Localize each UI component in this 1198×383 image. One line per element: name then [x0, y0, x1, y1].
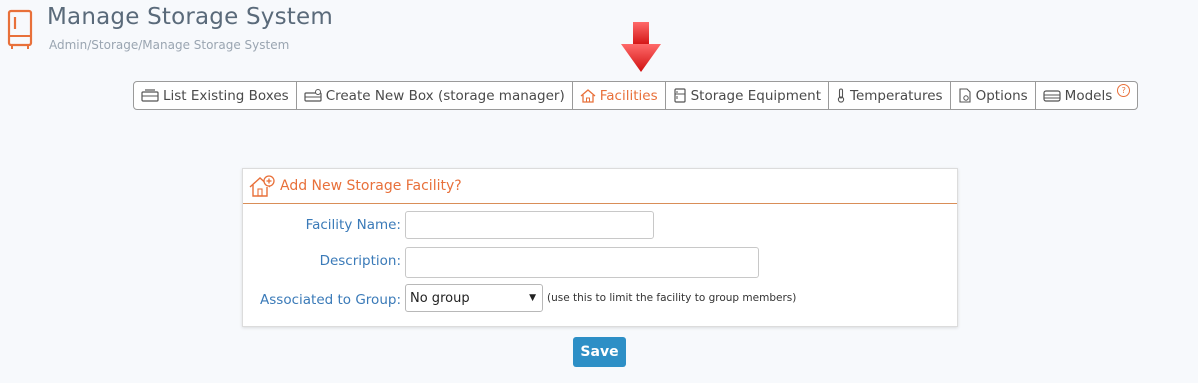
save-button[interactable]: Save	[573, 337, 626, 367]
tab-label: Models	[1064, 87, 1113, 104]
options-icon	[959, 88, 971, 103]
caret-down-icon: ▼	[529, 293, 536, 303]
panel-title: Add New Storage Facility?	[280, 178, 462, 194]
group-hint: (use this to limit the facility to group…	[547, 292, 797, 304]
thermometer-icon	[837, 88, 845, 103]
home-icon	[580, 88, 596, 103]
model-icon	[1043, 89, 1061, 102]
description-input[interactable]	[405, 247, 759, 278]
boxes-icon	[141, 88, 159, 102]
tab-label: Create New Box (storage manager)	[325, 87, 565, 104]
tab-label: List Existing Boxes	[163, 87, 289, 104]
group-select[interactable]: No group ▼	[405, 284, 543, 312]
add-home-icon	[249, 175, 275, 197]
freezer-icon	[674, 88, 686, 103]
add-facility-panel: Add New Storage Facility? Facility Name:…	[242, 168, 958, 327]
group-select-value: No group	[410, 290, 470, 306]
tab-create-new-box[interactable]: Create New Box (storage manager)	[297, 82, 573, 109]
help-icon[interactable]: ?	[1117, 84, 1131, 97]
tab-temperatures[interactable]: Temperatures	[829, 82, 951, 109]
storage-tabs: List Existing Boxes Create New Box (stor…	[133, 81, 1139, 110]
tab-label: Options	[975, 87, 1028, 104]
breadcrumb: Admin/Storage/Manage Storage System	[49, 38, 290, 52]
tab-options[interactable]: Options	[951, 82, 1036, 109]
tab-list-existing-boxes[interactable]: List Existing Boxes	[134, 82, 297, 109]
facility-name-label: Facility Name:	[305, 217, 401, 233]
facility-name-input[interactable]	[405, 211, 654, 239]
page-title: Manage Storage System	[47, 4, 333, 30]
tab-facilities[interactable]: Facilities	[572, 82, 666, 109]
tab-label: Facilities	[599, 87, 658, 104]
create-box-icon	[304, 88, 322, 102]
tab-models[interactable]: Models ?	[1036, 82, 1138, 109]
tab-label: Temperatures	[850, 87, 943, 104]
description-label: Description:	[319, 253, 401, 269]
panel-header: Add New Storage Facility?	[243, 169, 957, 204]
tab-storage-equipment[interactable]: Storage Equipment	[666, 82, 830, 109]
storage-cabinet-icon	[7, 9, 33, 49]
tab-label: Storage Equipment	[690, 87, 822, 104]
down-arrow-icon	[621, 22, 661, 72]
group-label: Associated to Group:	[260, 292, 401, 308]
